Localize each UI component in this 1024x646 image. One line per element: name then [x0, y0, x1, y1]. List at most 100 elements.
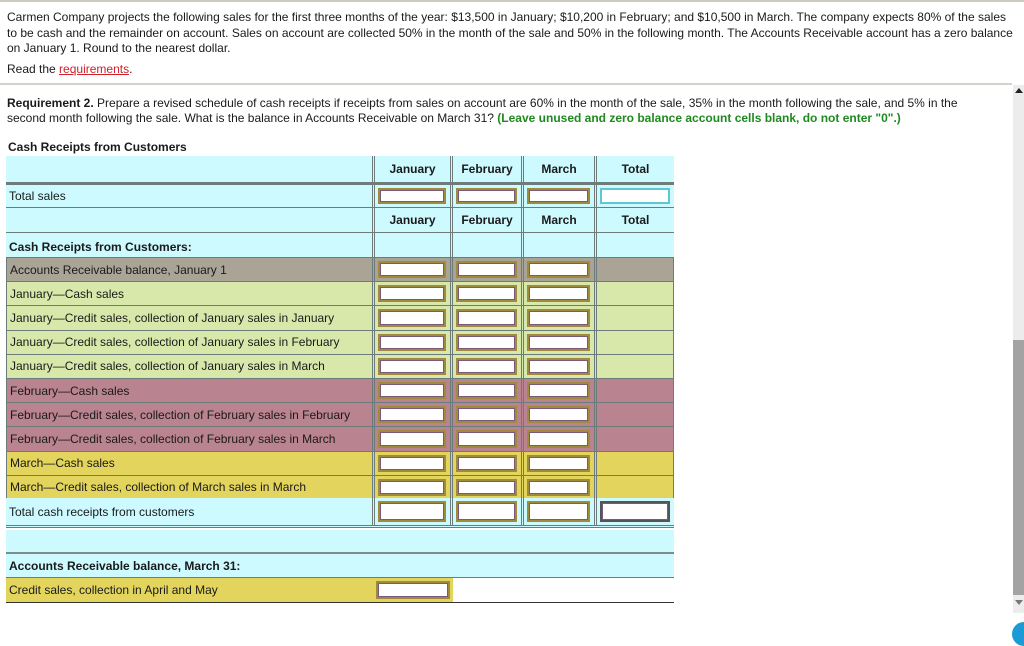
receipt-january-input[interactable]	[378, 454, 446, 472]
receipt-march-input[interactable]	[527, 478, 590, 496]
requirement-text: Requirement 2. Prepare a revised schedul…	[7, 96, 997, 126]
section-label: Cash Receipts from Customers:	[6, 233, 375, 257]
requirements-link[interactable]: requirements	[59, 62, 129, 76]
receipt-row-label: January—Credit sales, collection of Janu…	[6, 306, 375, 330]
total-receipts-january-input[interactable]	[378, 501, 446, 522]
receipt-february-input[interactable]	[456, 285, 517, 303]
receipt-january-input[interactable]	[378, 333, 446, 351]
receipt-january-input[interactable]	[378, 285, 446, 303]
total-receipts-march-input[interactable]	[527, 501, 590, 522]
scroll-up-arrow-icon[interactable]	[1015, 88, 1023, 93]
spacer-row	[6, 530, 674, 554]
total-receipts-label: Total cash receipts from customers	[6, 498, 375, 525]
help-icon[interactable]	[1012, 622, 1024, 646]
receipt-january-input[interactable]	[378, 309, 446, 327]
scrollbar-thumb[interactable]	[1013, 340, 1024, 595]
top-border	[0, 0, 1024, 2]
receipt-total-cell	[597, 451, 674, 475]
receipt-row-label: January—Credit sales, collection of Janu…	[6, 354, 375, 378]
receipt-january-input[interactable]	[378, 261, 446, 279]
receipt-row: January—Credit sales, collection of Janu…	[6, 354, 674, 379]
receipt-february-input[interactable]	[456, 478, 517, 496]
col-header-march-2: March	[524, 208, 597, 232]
requirement-instruction: (Leave unused and zero balance account c…	[497, 111, 901, 125]
receipt-january-input[interactable]	[378, 478, 446, 496]
col-header-february-2: February	[453, 208, 524, 232]
receipt-february-input[interactable]	[456, 382, 517, 400]
receipt-march-input[interactable]	[527, 333, 590, 351]
receipt-row-label: February—Cash sales	[6, 379, 375, 403]
receipt-january-input[interactable]	[378, 406, 446, 424]
header-row-2: January February March Total	[6, 208, 674, 233]
total-sales-february-input[interactable]	[456, 188, 517, 204]
receipt-row: February—Credit sales, collection of Feb…	[6, 427, 674, 452]
read-suffix: .	[129, 62, 133, 76]
scroll-down-arrow-icon[interactable]	[1015, 600, 1023, 605]
receipt-march-input[interactable]	[527, 309, 590, 327]
receipt-total-cell	[597, 306, 674, 330]
receipt-february-input[interactable]	[456, 357, 517, 375]
receipt-february-input[interactable]	[456, 309, 517, 327]
receipt-january-input[interactable]	[378, 382, 446, 400]
receipt-row-label: March—Cash sales	[6, 451, 375, 475]
receipt-february-input[interactable]	[456, 406, 517, 424]
receipt-january-input[interactable]	[378, 430, 446, 448]
receipt-row-label: January—Cash sales	[6, 282, 375, 306]
receipt-row: March—Credit sales, collection of March …	[6, 475, 674, 500]
receipt-row: February—Credit sales, collection of Feb…	[6, 403, 674, 428]
receipt-row: Accounts Receivable balance, January 1	[6, 258, 674, 283]
receipt-row: March—Cash sales	[6, 451, 674, 476]
receipt-february-input[interactable]	[456, 430, 517, 448]
receipt-total-cell	[597, 282, 674, 306]
receipt-total-cell	[597, 403, 674, 427]
total-sales-row: Total sales	[6, 183, 674, 208]
read-requirements-line: Read the requirements.	[7, 62, 132, 76]
section-divider	[0, 83, 1012, 85]
receipt-february-input[interactable]	[456, 333, 517, 351]
total-receipts-row: Total cash receipts from customers	[6, 498, 674, 528]
receipt-february-input[interactable]	[456, 454, 517, 472]
col-header-march: March	[524, 156, 597, 182]
receipt-march-input[interactable]	[527, 285, 590, 303]
total-sales-label: Total sales	[6, 185, 375, 207]
total-receipts-february-input[interactable]	[456, 501, 517, 522]
problem-intro: Carmen Company projects the following sa…	[7, 10, 1013, 55]
ar-credit-sales-label: Credit sales, collection in April and Ma…	[6, 578, 375, 602]
receipt-march-input[interactable]	[527, 430, 590, 448]
receipt-total-cell	[597, 427, 674, 451]
receipt-total-cell	[597, 258, 674, 282]
ar-credit-sales-row: Credit sales, collection in April and Ma…	[6, 578, 674, 603]
total-sales-total-input[interactable]	[600, 188, 670, 204]
receipt-march-input[interactable]	[527, 357, 590, 375]
receipt-march-input[interactable]	[527, 382, 590, 400]
total-receipts-total-input[interactable]	[600, 501, 670, 522]
total-sales-march-input[interactable]	[527, 188, 590, 204]
header-blank	[6, 156, 375, 182]
col-header-january-2: January	[375, 208, 453, 232]
total-sales-january-input[interactable]	[378, 188, 446, 204]
read-prefix: Read the	[7, 62, 60, 76]
receipt-row: February—Cash sales	[6, 379, 674, 404]
receipt-row-label: January—Credit sales, collection of Janu…	[6, 330, 375, 354]
receipt-total-cell	[597, 354, 674, 378]
receipt-march-input[interactable]	[527, 406, 590, 424]
header-row: January February March Total	[6, 156, 674, 183]
receipt-march-input[interactable]	[527, 454, 590, 472]
schedule-title: Cash Receipts from Customers	[8, 140, 187, 154]
col-header-february: February	[453, 156, 524, 182]
ar-section-label: Accounts Receivable balance, March 31:	[6, 554, 674, 578]
receipt-row: January—Cash sales	[6, 282, 674, 307]
receipt-total-cell	[597, 330, 674, 354]
ar-credit-sales-input[interactable]	[376, 581, 450, 599]
section-label-row: Cash Receipts from Customers:	[6, 233, 674, 258]
receipt-row-label: February—Credit sales, collection of Feb…	[6, 427, 375, 451]
col-header-january: January	[375, 156, 453, 182]
receipt-total-cell	[597, 475, 674, 499]
requirement-label: Requirement 2.	[7, 96, 94, 110]
receipt-february-input[interactable]	[456, 261, 517, 279]
col-header-total-2: Total	[621, 213, 650, 227]
receipt-january-input[interactable]	[378, 357, 446, 375]
receipt-row-label: March—Credit sales, collection of March …	[6, 475, 375, 499]
col-header-total: Total	[621, 162, 650, 176]
receipt-march-input[interactable]	[527, 261, 590, 279]
